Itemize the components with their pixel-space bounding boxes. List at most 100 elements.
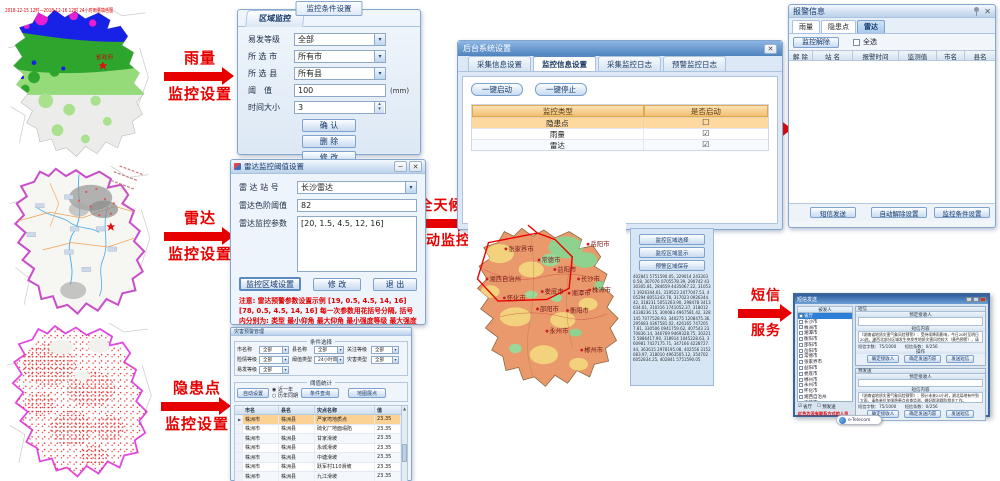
table-row[interactable]: 株洲市株洲县永城滑坡23.35 — [235, 444, 401, 454]
send-sms-button[interactable]: 发送短信 — [946, 410, 974, 418]
footer-check-presend[interactable]: ☐预发送 — [817, 404, 836, 410]
started-checkbox[interactable]: ☑ — [644, 140, 768, 150]
sms-send-button[interactable]: 短信发送 — [810, 207, 856, 218]
monitor-condition-settings-button[interactable]: 监控条件设置 — [934, 207, 990, 218]
recipient-item[interactable]: 吉首市 — [798, 400, 852, 402]
started-checkbox[interactable]: ☐ — [644, 118, 768, 128]
chevron-down-icon[interactable]: ▾ — [337, 347, 343, 353]
filter7-select[interactable]: 全部▾ — [259, 366, 289, 374]
chevron-down-icon[interactable]: ▾ — [392, 347, 398, 353]
monitor-row-rain[interactable]: 雨量 ☑ — [472, 128, 768, 139]
recipient-checkbox[interactable] — [799, 395, 803, 399]
chevron-down-icon[interactable]: ▾ — [282, 347, 288, 353]
chevron-down-icon[interactable]: ▾ — [337, 357, 343, 363]
recipient-list[interactable]: 省厅 长沙市 株洲市 湘潭市 衡阳市 邵阳市 岳阳市 常德市 张家界市 益阳市 … — [797, 313, 853, 402]
chevron-down-icon[interactable]: ▾ — [392, 357, 398, 363]
tab-danger-point[interactable]: 隐患点 — [821, 20, 856, 33]
table-row[interactable]: 株洲市株洲县硫化厂地面塌陷23.35 — [235, 425, 401, 435]
filter5-select[interactable]: 24小时雨量▾ — [314, 356, 344, 364]
tab-rain[interactable]: 雨量 — [792, 20, 820, 33]
threshold-input[interactable]: 100 — [294, 84, 386, 97]
confirm-recipients-button[interactable]: 确定接收人 — [867, 355, 900, 363]
chevron-down-icon[interactable]: ▾ — [374, 34, 385, 45]
table-scrollbar[interactable]: ▲ ▼ — [401, 406, 407, 481]
filter4-select[interactable]: 全部▾ — [259, 356, 289, 364]
city-select[interactable]: 所有市 ▾ — [294, 50, 386, 63]
close-icon[interactable]: ✕ — [984, 7, 991, 16]
close-icon[interactable]: ✕ — [764, 44, 777, 54]
sms-content-box[interactable]: 《湖南省地质灾害气象风险预警》：受持续降雨影响，今日20时至明日20时，湘西北部… — [858, 331, 983, 343]
select-all-checkbox[interactable] — [853, 39, 860, 46]
radar-exit-button[interactable]: 退 出 — [373, 278, 417, 291]
chevron-down-icon[interactable]: ▾ — [374, 51, 385, 62]
chevron-down-icon[interactable]: ▾ — [405, 182, 416, 193]
recipient-checkbox[interactable] — [799, 389, 803, 393]
area-select-button[interactable]: 监控区域选择 — [639, 234, 705, 245]
area-show-button[interactable]: 监控区域显示 — [639, 247, 705, 258]
table-row[interactable]: ▶株洲市株洲县严家塆地质点23.35 — [235, 415, 401, 425]
table-row[interactable]: 株洲市株洲县九江滑坡23.35 — [235, 472, 401, 481]
recipient-checkbox[interactable] — [799, 401, 803, 402]
pin-icon[interactable] — [972, 7, 981, 16]
tab-collect-log[interactable]: 采集监控日志 — [598, 56, 661, 71]
release-monitor-button[interactable]: 监控解除 — [793, 37, 839, 48]
table-row[interactable]: 株洲市株洲县甘家滑坡23.35 — [235, 434, 401, 444]
recipient-checkbox[interactable] — [799, 366, 803, 370]
monitor-row-danger[interactable]: 隐患点 ☐ — [472, 117, 768, 128]
filter2-select[interactable]: 全部▾ — [314, 346, 344, 354]
table-row[interactable]: 株洲市株洲县跃军村110滑坡23.35 — [235, 463, 401, 473]
recipient-panel-tab[interactable]: 被发人 — [797, 306, 853, 313]
recipient-checkbox[interactable] — [799, 372, 803, 376]
minimize-icon[interactable]: ─ — [394, 161, 407, 172]
county-select[interactable]: 所有县 ▾ — [294, 67, 386, 80]
station-select[interactable]: 长沙雷达 ▾ — [297, 181, 417, 194]
recipient-checkbox[interactable] — [799, 354, 803, 358]
tab-warning-log[interactable]: 预警监控日志 — [663, 56, 726, 71]
tray-messenger-pill[interactable]: e-Telecom — [836, 415, 882, 425]
time-spinner[interactable]: 3 ▴▾ — [294, 101, 386, 114]
auto-set-button[interactable]: 自动设置 — [237, 388, 269, 398]
condition-query-button[interactable]: 条件查询 — [301, 388, 339, 398]
recipient-checkbox[interactable] — [799, 331, 803, 335]
chevron-down-icon[interactable]: ▾ — [282, 367, 288, 373]
minimize-icon[interactable] — [966, 297, 972, 302]
sms-content-box[interactable]: 《湖南省地质灾害气象风险预警》：预计未来24小时，湘北局地有中到大雨，请各单位加… — [858, 392, 983, 403]
recipient-checkbox[interactable] — [799, 349, 803, 353]
auto-release-settings-button[interactable]: 自动解除设置 — [871, 207, 927, 218]
recipient-checkbox[interactable] — [799, 378, 803, 382]
table-row[interactable]: 株洲市株洲县中塘滑坡23.35 — [235, 453, 401, 463]
tab-radar[interactable]: 雷达 — [857, 20, 885, 33]
map-plot-button[interactable]: 地图展点 — [348, 388, 386, 398]
radar-modify-button[interactable]: 修 改 — [313, 278, 361, 291]
recipient-checkbox[interactable] — [799, 314, 803, 318]
stop-all-button[interactable]: 一键停止 — [535, 83, 587, 96]
color-threshold-input[interactable]: 82 — [297, 199, 417, 212]
start-all-button[interactable]: 一键启动 — [471, 83, 523, 96]
delete-button[interactable]: 删 除 — [302, 135, 356, 148]
tab-monitor-info[interactable]: 监控信息设置 — [533, 55, 596, 71]
recipient-checkbox[interactable] — [799, 343, 803, 347]
monitor-area-settings-button[interactable]: 监控区域设置 — [239, 277, 301, 291]
recipient-checkbox[interactable] — [799, 337, 803, 341]
close-icon[interactable]: ✕ — [409, 161, 422, 172]
area-save-button[interactable]: 预警区域保存 — [639, 260, 705, 271]
chevron-down-icon[interactable]: ▾ — [374, 68, 385, 79]
maximize-icon[interactable] — [973, 297, 979, 302]
filter3-select[interactable]: 全部▾ — [371, 346, 399, 354]
filter1-select[interactable]: 全部▾ — [259, 346, 289, 354]
filter6-select[interactable]: 全部▾ — [371, 356, 399, 364]
level-select[interactable]: 全部 ▾ — [294, 33, 386, 46]
confirm-button[interactable]: 确 认 — [302, 119, 356, 132]
chevron-down-icon[interactable]: ▾ — [282, 357, 288, 363]
tab-collect-info[interactable]: 采集信息设置 — [468, 56, 531, 71]
spinner-arrows-icon[interactable]: ▴▾ — [374, 102, 384, 113]
close-icon[interactable] — [980, 297, 986, 302]
scroll-up-icon[interactable]: ▲ — [403, 406, 406, 411]
confirm-content-button[interactable]: 确定发送内容 — [904, 410, 941, 418]
confirm-content-button[interactable]: 确定发送内容 — [904, 355, 941, 363]
recipient-checkbox[interactable] — [799, 320, 803, 324]
monitor-row-radar[interactable]: 雷达 ☑ — [472, 139, 768, 150]
send-sms-button[interactable]: 发送短信 — [946, 355, 974, 363]
footer-check-province[interactable]: ☑省厅 — [798, 404, 812, 410]
recipient-checkbox[interactable] — [799, 325, 803, 329]
